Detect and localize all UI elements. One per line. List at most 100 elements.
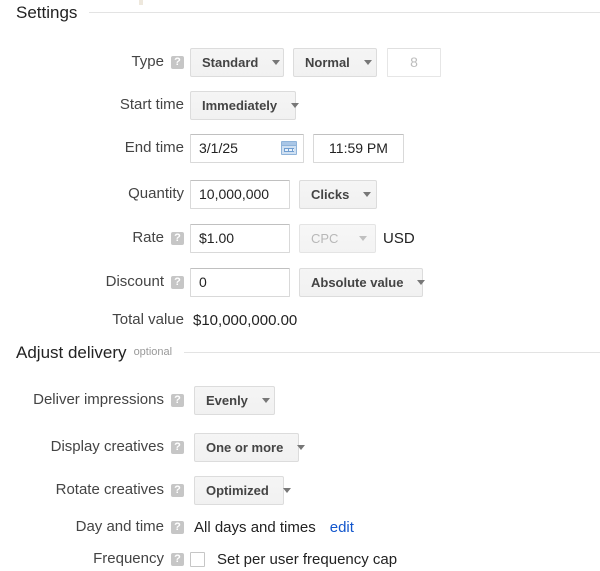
rate-basis-select[interactable]: CPC — [299, 223, 376, 253]
section-header-settings: Settings — [0, 4, 600, 21]
label-cell-rotate-creatives: Rotate creatives — [0, 481, 190, 499]
rate-basis-value: CPC — [311, 230, 339, 246]
label-discount: Discount — [105, 273, 164, 290]
field-cell-rotate-creatives: Optimized — [190, 475, 600, 505]
help-icon-frequency[interactable] — [171, 552, 184, 566]
label-deliver-impressions: Deliver impressions — [33, 391, 164, 408]
day-and-time-value: All days and times — [194, 518, 316, 536]
help-icon-rotate-creatives[interactable] — [171, 483, 184, 497]
calendar-icon[interactable] — [281, 141, 297, 155]
label-cell-discount: Discount — [0, 273, 190, 291]
field-cell-frequency: Set per user frequency cap — [190, 551, 600, 568]
label-cell-deliver-impressions: Deliver impressions — [0, 391, 190, 409]
frequency-cap-label[interactable]: Set per user frequency cap — [217, 551, 397, 568]
section-header-adjust-delivery: Adjust delivery optional — [0, 344, 600, 361]
field-cell-total-value: $10,000,000.00 — [190, 312, 600, 329]
label-rate: Rate — [132, 229, 164, 246]
help-icon-day-and-time[interactable] — [171, 520, 184, 534]
label-cell-total-value: Total value — [0, 311, 190, 329]
start-time-select-value: Immediately — [202, 97, 278, 113]
discount-mode-value: Absolute value — [311, 274, 404, 290]
display-creatives-value: One or more — [206, 439, 284, 455]
label-display-creatives: Display creatives — [50, 438, 164, 455]
label-total-value: Total value — [112, 311, 184, 328]
quantity-input[interactable] — [190, 179, 290, 209]
row-type: Type Standard Normal — [0, 46, 600, 78]
deliver-impressions-value: Evenly — [206, 392, 248, 408]
total-value-text: $10,000,000.00 — [193, 311, 298, 329]
label-cell-frequency: Frequency — [0, 550, 190, 568]
day-and-time-edit-link[interactable]: edit — [330, 519, 354, 536]
chevron-down-icon — [261, 397, 270, 403]
section-optional-badge: optional — [133, 346, 173, 358]
label-end-time: End time — [124, 139, 184, 156]
chevron-down-icon — [363, 191, 372, 197]
field-cell-start-time: Immediately — [190, 90, 600, 120]
label-day-and-time: Day and time — [75, 518, 164, 535]
row-rotate-creatives: Rotate creatives Optimized — [0, 474, 600, 506]
field-cell-discount: Absolute value — [190, 267, 600, 297]
label-cell-display-creatives: Display creatives — [0, 438, 190, 456]
help-icon-type[interactable] — [171, 55, 184, 69]
label-cell-quantity: Quantity — [0, 185, 190, 203]
field-cell-type: Standard Normal — [190, 47, 600, 77]
type-select-value: Standard — [202, 54, 259, 70]
row-day-and-time: Day and time All days and times edit — [0, 515, 600, 539]
end-time-input[interactable] — [313, 133, 404, 163]
chevron-down-icon — [297, 444, 306, 450]
label-cell-end-time: End time — [0, 139, 190, 157]
frequency-cap-checkbox[interactable] — [190, 551, 205, 567]
section-title-adjust-delivery: Adjust delivery — [16, 343, 127, 362]
chevron-down-icon — [359, 235, 367, 241]
field-cell-end-time — [190, 133, 600, 163]
label-frequency: Frequency — [93, 550, 164, 567]
priority-select[interactable]: Normal — [293, 47, 377, 77]
priority-value-input[interactable] — [387, 47, 441, 77]
row-discount: Discount Absolute value — [0, 266, 600, 298]
frequency-cap-checkbox-wrap: Set per user frequency cap — [190, 551, 397, 568]
rate-input[interactable] — [190, 223, 290, 253]
field-cell-rate: CPC USD — [190, 223, 600, 253]
help-icon-rate[interactable] — [171, 231, 184, 245]
chevron-down-icon — [417, 279, 426, 285]
chevron-down-icon — [291, 102, 300, 108]
type-select[interactable]: Standard — [190, 47, 284, 77]
section-rule — [184, 352, 600, 353]
row-end-time: End time — [0, 132, 600, 164]
display-creatives-select[interactable]: One or more — [194, 432, 306, 462]
help-icon-discount[interactable] — [171, 275, 184, 289]
row-display-creatives: Display creatives One or more — [0, 431, 600, 463]
rate-currency-label: USD — [383, 229, 415, 247]
chevron-down-icon — [272, 59, 281, 65]
field-cell-quantity: Clicks — [190, 179, 600, 209]
help-icon-deliver-impressions[interactable] — [171, 393, 184, 407]
label-quantity: Quantity — [128, 185, 184, 202]
discount-mode-select[interactable]: Absolute value — [299, 267, 426, 297]
deliver-impressions-select[interactable]: Evenly — [194, 385, 275, 415]
start-time-select[interactable]: Immediately — [190, 90, 300, 120]
row-quantity: Quantity Clicks — [0, 178, 600, 210]
chevron-down-icon — [363, 59, 372, 65]
label-cell-start-time: Start time — [0, 96, 190, 114]
label-start-time: Start time — [119, 96, 184, 113]
end-date-wrapper — [190, 133, 304, 163]
label-cell-type: Type — [0, 53, 190, 71]
label-cell-day-and-time: Day and time — [0, 518, 190, 536]
row-rate: Rate CPC USD — [0, 222, 600, 254]
chevron-down-icon — [282, 487, 291, 493]
section-rule — [89, 12, 600, 13]
section-title-settings: Settings — [16, 3, 78, 22]
row-frequency: Frequency Set per user frequency cap — [0, 547, 600, 571]
help-icon-display-creatives[interactable] — [171, 440, 184, 454]
label-cell-rate: Rate — [0, 229, 190, 247]
field-cell-day-and-time: All days and times edit — [190, 519, 600, 536]
priority-select-value: Normal — [305, 54, 350, 70]
quantity-unit-select[interactable]: Clicks — [299, 179, 377, 209]
row-total-value: Total value $10,000,000.00 — [0, 309, 600, 331]
label-rotate-creatives: Rotate creatives — [55, 481, 164, 498]
rotate-creatives-select[interactable]: Optimized — [194, 475, 291, 505]
discount-input[interactable] — [190, 267, 290, 297]
field-cell-display-creatives: One or more — [190, 432, 600, 462]
row-deliver-impressions: Deliver impressions Evenly — [0, 384, 600, 416]
label-type: Type — [131, 53, 164, 70]
